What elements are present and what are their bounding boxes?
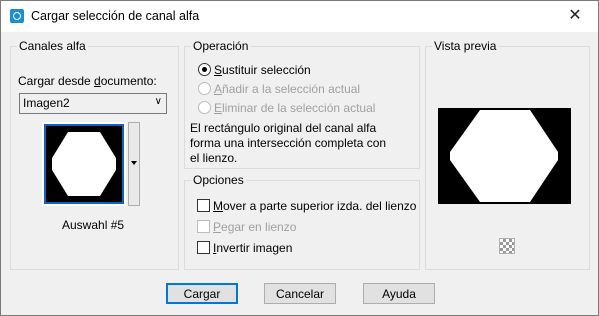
operation-description: El rectángulo original del canal alfa fo… bbox=[190, 121, 386, 166]
canales-alfa-legend: Canales alfa bbox=[17, 39, 88, 53]
chevron-down-icon: ∨ bbox=[154, 96, 162, 107]
opciones-legend: Opciones bbox=[191, 173, 246, 187]
channel-name: Auswahl #5 bbox=[62, 218, 125, 232]
checkbox-mover-label[interactable]: Mover a parte superior izda. del lienzo bbox=[213, 199, 416, 213]
label-part: E bbox=[214, 101, 223, 115]
label-part: ñadir a la selección actual bbox=[222, 82, 361, 96]
radio-eliminar[interactable] bbox=[198, 101, 211, 114]
checkbox-invertir[interactable] bbox=[197, 241, 210, 254]
description-line: El rectángulo original del canal alfa bbox=[190, 121, 377, 135]
title-bar[interactable]: Cargar selección de canal alfa ✕ bbox=[1, 1, 598, 32]
label-part: over a parte superior izda. del lienzo bbox=[223, 199, 417, 213]
operacion-legend: Operación bbox=[191, 39, 251, 53]
label-part: A bbox=[214, 82, 223, 96]
cargar-button[interactable]: Cargar bbox=[166, 283, 238, 304]
document-select[interactable]: Imagen2 ∨ bbox=[19, 93, 167, 114]
radio-sustituir-label[interactable]: Sustituir selección bbox=[214, 63, 311, 77]
label-part: liminar de la selección actual bbox=[222, 101, 376, 115]
checkbox-pegar-label[interactable]: Pegar en lienzo bbox=[213, 220, 296, 234]
channel-thumbnail-image bbox=[44, 124, 124, 204]
label-part: ocumento: bbox=[100, 74, 157, 88]
label-part: d bbox=[94, 74, 101, 88]
load-from-document-label: Cargar desde documento: bbox=[18, 74, 157, 88]
radio-anadir-label[interactable]: Añadir a la selección actual bbox=[214, 82, 360, 96]
description-line: el lienzo. bbox=[190, 151, 238, 165]
diamond-shape-thumb bbox=[52, 132, 116, 196]
radio-sustituir[interactable] bbox=[198, 63, 211, 76]
label-part: nvertir imagen bbox=[216, 241, 293, 255]
checkbox-invertir-label[interactable]: Invertir imagen bbox=[213, 241, 292, 255]
document-select-value: Imagen2 bbox=[23, 96, 70, 110]
label-part: S bbox=[214, 63, 223, 77]
dialog-window: Cargar selección de canal alfa ✕ Canales… bbox=[0, 0, 599, 316]
app-icon bbox=[10, 9, 24, 23]
cancelar-button[interactable]: Cancelar bbox=[264, 283, 336, 304]
channel-thumbnail[interactable] bbox=[42, 122, 126, 206]
transparency-icon[interactable] bbox=[499, 238, 515, 254]
label-part: M bbox=[213, 199, 223, 213]
preview-image bbox=[438, 108, 571, 204]
label-part: P bbox=[213, 220, 222, 234]
description-line: forma una intersección completa con bbox=[190, 136, 387, 150]
checkbox-mover[interactable] bbox=[197, 199, 210, 212]
diamond-shape-preview bbox=[450, 110, 558, 202]
window-title: Cargar selección de canal alfa bbox=[31, 9, 200, 23]
label-part: egar en lienzo bbox=[221, 220, 297, 234]
label-part: Cargar desde bbox=[18, 74, 95, 88]
vista-previa-legend: Vista previa bbox=[432, 39, 499, 53]
checkbox-pegar[interactable] bbox=[197, 220, 210, 233]
thumbnail-dropdown-button[interactable] bbox=[128, 122, 140, 206]
ayuda-button[interactable]: Ayuda bbox=[363, 283, 435, 304]
close-icon[interactable]: ✕ bbox=[552, 1, 598, 32]
radio-anadir[interactable] bbox=[198, 82, 211, 95]
label-part: ustituir selección bbox=[222, 63, 311, 77]
radio-eliminar-label[interactable]: Eliminar de la selección actual bbox=[214, 101, 375, 115]
